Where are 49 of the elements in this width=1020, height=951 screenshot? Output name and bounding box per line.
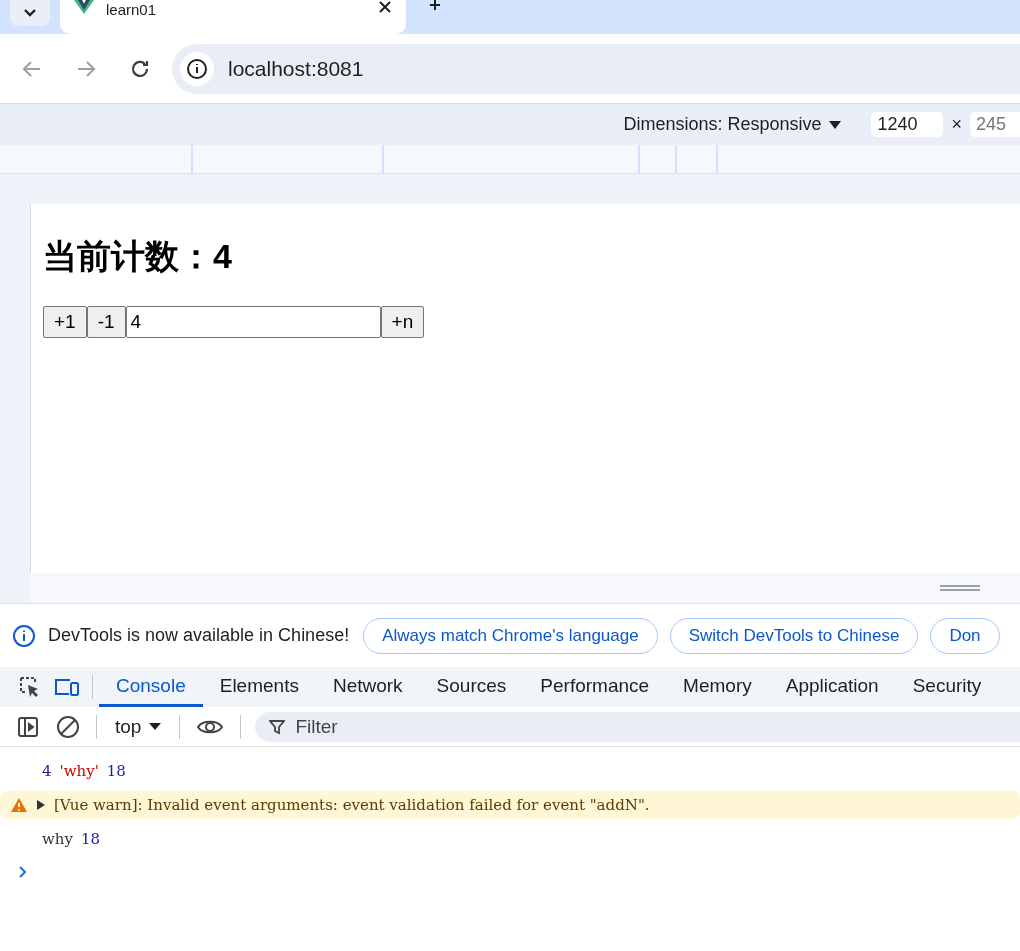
info-icon: [12, 623, 36, 648]
times-sign: ×: [951, 114, 962, 135]
infobar-message: DevTools is now available in Chinese!: [48, 625, 350, 646]
log-value: 18: [81, 830, 101, 848]
infobar-button[interactable]: Switch DevTools to Chinese: [669, 617, 919, 654]
warning-text: [Vue warn]: Invalid event arguments: event validation failed for event "addN".: [54, 796, 650, 814]
devtools-tab[interactable]: Network: [315, 667, 420, 707]
page-button[interactable]: +n: [380, 306, 425, 338]
dimensions-dropdown[interactable]: Dimensions: Responsive: [623, 114, 822, 135]
address-bar[interactable]: localhost:8081: [172, 43, 1020, 94]
height-field[interactable]: 245: [970, 112, 1020, 137]
width-field[interactable]: 1240: [871, 112, 944, 137]
caret-icon: [149, 722, 162, 731]
log-value: why: [42, 830, 73, 848]
prompt-icon[interactable]: [18, 865, 28, 879]
caret-icon: [829, 119, 842, 130]
page-button[interactable]: -1: [86, 306, 126, 338]
devtools-tab[interactable]: Security: [895, 667, 999, 707]
tab-search-button[interactable]: [10, 0, 50, 26]
count-heading: 当前计数：4: [43, 236, 233, 277]
log-value: 4: [42, 762, 52, 780]
logo-icon: [74, 0, 94, 14]
chevron-down-icon: [23, 8, 37, 18]
close-icon[interactable]: [378, 0, 392, 14]
device-icon[interactable]: [54, 676, 80, 698]
devtools-tab[interactable]: Elements: [202, 667, 316, 707]
number-input-field[interactable]: 4: [125, 306, 381, 338]
devtools-tab[interactable]: Console: [99, 667, 203, 707]
devtools-tab[interactable]: Memory: [666, 667, 769, 707]
log-value: 'why': [59, 762, 99, 780]
sidebar-icon[interactable]: [16, 714, 40, 739]
expand-arrow-icon[interactable]: [36, 799, 46, 811]
log-value: 18: [106, 762, 126, 780]
devtools-tab[interactable]: Performance: [523, 667, 667, 707]
devtools-tab[interactable]: Application: [768, 667, 896, 707]
clear-icon[interactable]: [56, 714, 80, 739]
url-text: localhost:8081: [228, 56, 364, 81]
context-dropdown[interactable]: top: [107, 715, 170, 738]
browser-tab[interactable]: learn01: [60, 0, 406, 34]
filter-icon: [269, 718, 286, 735]
page-button[interactable]: +1: [43, 306, 87, 338]
resize-handle-icon[interactable]: [940, 584, 980, 592]
filter-field[interactable]: Filter: [255, 711, 1020, 742]
devtools-tab[interactable]: Sources: [419, 667, 524, 707]
tab-title: learn01: [106, 1, 158, 18]
warning-icon: [10, 797, 28, 813]
infobar-button[interactable]: Don: [930, 617, 1000, 654]
infobar-button[interactable]: Always match Chrome's language: [363, 617, 658, 654]
info-icon: [186, 57, 208, 80]
